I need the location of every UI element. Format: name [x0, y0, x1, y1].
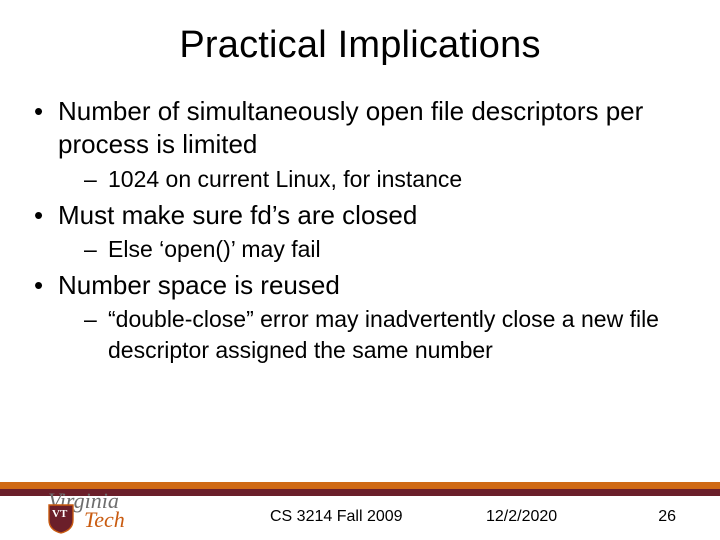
- logo-vt-monogram: VT: [52, 508, 67, 520]
- bullet-list: Number of simultaneously open file descr…: [30, 95, 690, 366]
- sub-bullet-list: “double-close” error may inadvertently c…: [58, 304, 690, 366]
- sub-bullet-list: Else ‘open()’ may fail: [58, 234, 690, 265]
- footer-page-number: 26: [658, 508, 676, 526]
- bullet-text: Number space is reused: [58, 270, 340, 300]
- logo-text-tech: Tech: [84, 509, 208, 531]
- sub-bullet-item: Else ‘open()’ may fail: [58, 234, 690, 265]
- bullet-text: Number of simultaneously open file descr…: [58, 96, 643, 159]
- sub-bullet-text: Else ‘open()’ may fail: [108, 236, 321, 262]
- slide: Practical Implications Number of simulta…: [0, 0, 720, 540]
- footer-course: CS 3214 Fall 2009: [270, 508, 403, 526]
- slide-content: Number of simultaneously open file descr…: [30, 95, 690, 366]
- sub-bullet-item: “double-close” error may inadvertently c…: [58, 304, 690, 366]
- bullet-item: Number of simultaneously open file descr…: [30, 95, 690, 195]
- sub-bullet-list: 1024 on current Linux, for instance: [58, 164, 690, 195]
- bullet-text: Must make sure fd’s are closed: [58, 200, 417, 230]
- virginia-tech-logo: Virginia VT Tech: [48, 490, 208, 532]
- sub-bullet-text: “double-close” error may inadvertently c…: [108, 306, 659, 363]
- bullet-item: Number space is reused “double-close” er…: [30, 269, 690, 366]
- bullet-item: Must make sure fd’s are closed Else ‘ope…: [30, 199, 690, 265]
- footer-date: 12/2/2020: [486, 508, 557, 526]
- sub-bullet-text: 1024 on current Linux, for instance: [108, 166, 462, 192]
- sub-bullet-item: 1024 on current Linux, for instance: [58, 164, 690, 195]
- slide-title: Practical Implications: [30, 24, 690, 67]
